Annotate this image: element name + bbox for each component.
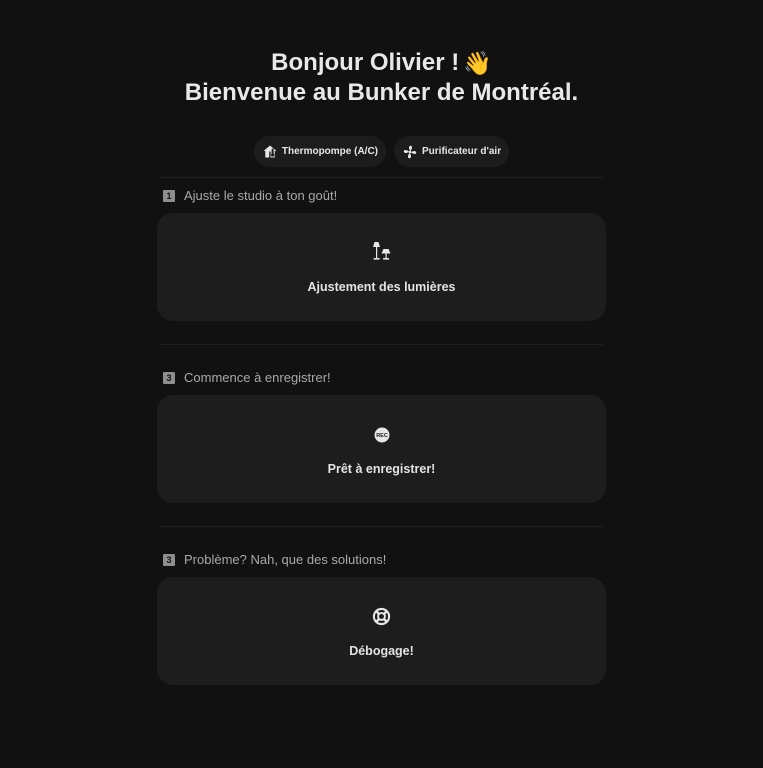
welcome-text: Bienvenue au Bunker de Montréal. [184,79,579,106]
section-number-badge: 3 [163,553,175,566]
thermopompe-chip[interactable]: Thermopompe (A/C) [253,136,387,167]
icon-wrap: REC [157,427,606,443]
lights-adjust-card[interactable]: Ajustement des lumières [157,213,606,321]
greeting-text: Bonjour Olivier ! [271,49,460,76]
section-title: Ajuste le studio à ton goût! [184,188,338,203]
section-title: Commence à enregistrer! [184,370,331,385]
lifebuoy-icon [372,607,391,626]
svg-text:REC: REC [376,433,388,439]
section-number-badge: 1 [163,189,175,202]
purificateur-chip[interactable]: Purificateur d'air [394,136,510,167]
section-header: 3 Problème? Nah, que des solutions! [163,552,386,567]
chip-label: Thermopompe (A/C) [281,146,379,157]
card-label: Prêt à enregistrer! [327,462,436,476]
page-title: Bonjour Olivier ! 👋 Bienvenue au Bunker d… [0,48,763,108]
fan-icon [403,145,417,158]
floor-lamp-icon [372,242,390,260]
section-header: 1 Ajuste le studio à ton goût! [163,188,337,203]
card-label: Débogage! [349,644,414,658]
card-label: Ajustement des lumières [307,280,456,294]
section-divider [160,526,603,527]
waving-hand-icon: 👋 [463,50,492,76]
chip-bar: Thermopompe (A/C) Purificateur d'air [0,136,763,167]
home-thermostat-icon [263,145,277,158]
debug-card[interactable]: Débogage! [157,577,606,685]
chip-label: Purificateur d'air [422,146,502,157]
icon-wrap [157,607,606,626]
dashboard-page: Bonjour Olivier ! 👋 Bienvenue au Bunker d… [0,0,763,768]
record-rec-icon: REC [374,427,389,443]
section-title: Problème? Nah, que des solutions! [184,552,387,567]
section-divider [160,344,603,345]
section-number-badge: 3 [163,371,175,384]
icon-wrap [157,241,606,261]
record-ready-card[interactable]: REC Prêt à enregistrer! [157,395,606,503]
section-header: 3 Commence à enregistrer! [163,370,331,385]
greeting-line: Bonjour Olivier ! 👋 [0,48,763,78]
section-divider [160,177,603,178]
